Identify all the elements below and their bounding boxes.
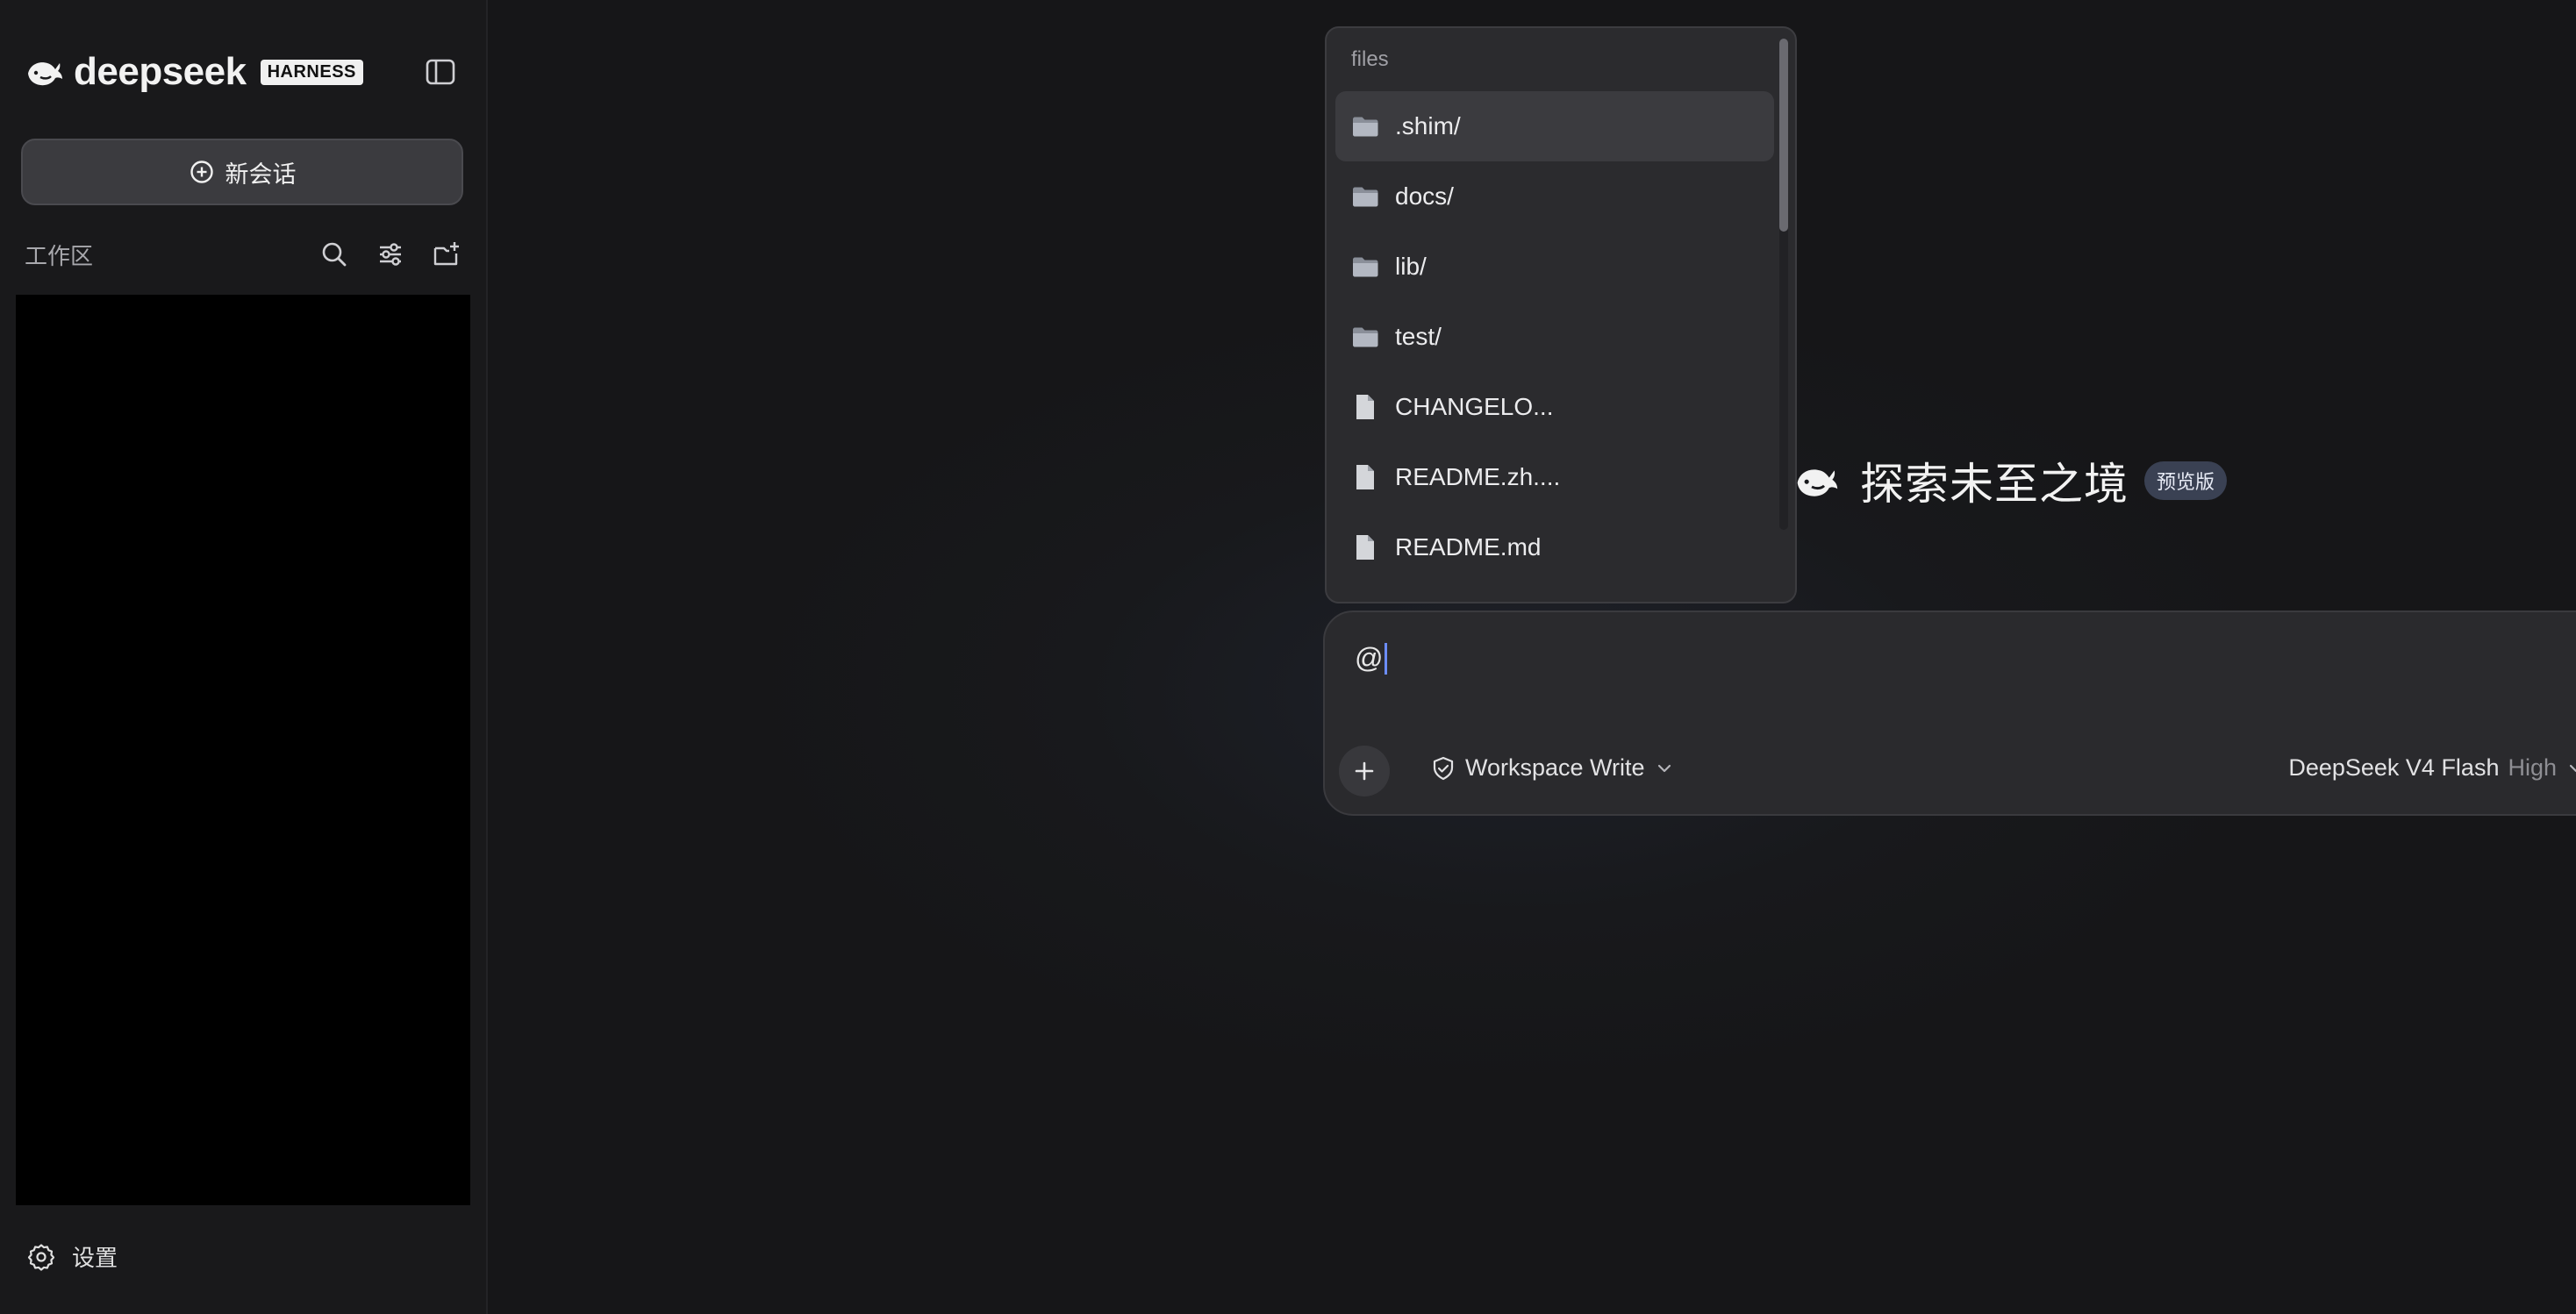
file-item-label: README.md bbox=[1395, 533, 1542, 561]
file-icon bbox=[1349, 391, 1381, 423]
attach-button[interactable] bbox=[1339, 746, 1390, 796]
file-item-readme-zh[interactable]: README.zh.... bbox=[1335, 442, 1774, 512]
new-chat-label: 新会话 bbox=[225, 161, 297, 188]
folder-icon bbox=[1349, 321, 1381, 353]
workspace-new-folder-button[interactable] bbox=[430, 238, 463, 271]
brand: deepseek HARNESS bbox=[25, 51, 363, 93]
file-item-label: docs/ bbox=[1395, 182, 1454, 210]
settings-button[interactable]: 设置 bbox=[26, 1240, 118, 1273]
file-picker-title: files bbox=[1351, 47, 1389, 71]
folder-icon bbox=[1349, 111, 1381, 142]
file-icon bbox=[1349, 532, 1381, 563]
scrollbar-thumb[interactable] bbox=[1779, 39, 1788, 232]
file-item-label: CHANGELO... bbox=[1395, 393, 1554, 420]
folder-icon bbox=[1349, 181, 1381, 212]
sidebar: deepseek HARNESS 新会话 工作区 设置 bbox=[0, 0, 488, 1314]
chevron-down-icon bbox=[1657, 764, 1671, 772]
text-caret bbox=[1385, 642, 1388, 675]
shield-check-icon bbox=[1433, 756, 1454, 780]
file-list-scrollbar[interactable] bbox=[1779, 39, 1788, 530]
file-icon bbox=[1349, 461, 1381, 493]
new-chat-button[interactable]: 新会话 bbox=[21, 139, 463, 205]
workspace-header: 工作区 bbox=[25, 235, 463, 274]
composer: @ Workspace Write DeepSeek V4 Flash High bbox=[1323, 611, 2576, 816]
hero-title: 探索未至之境 bbox=[1860, 460, 2129, 509]
file-item-label: test/ bbox=[1395, 323, 1442, 350]
folder-icon bbox=[1349, 251, 1381, 282]
file-item-shim[interactable]: .shim/ bbox=[1335, 91, 1774, 161]
file-mention-dropdown: files .shim/ docs/ lib/ test/ CHANGELO..… bbox=[1325, 26, 1797, 603]
permission-mode-label: Workspace Write bbox=[1465, 754, 1645, 781]
brand-name: deepseek bbox=[74, 50, 247, 93]
message-input[interactable]: @ bbox=[1355, 642, 1388, 675]
file-item-changelog[interactable]: CHANGELO... bbox=[1335, 372, 1774, 442]
chevron-down-icon bbox=[2569, 764, 2576, 772]
whale-logo-icon bbox=[28, 62, 62, 86]
workspace-search-button[interactable] bbox=[318, 238, 351, 271]
plus-icon bbox=[1355, 761, 1374, 781]
plus-circle-icon bbox=[190, 161, 213, 183]
folder-plus-icon bbox=[433, 242, 459, 266]
sidebar-toggle-button[interactable] bbox=[423, 54, 458, 89]
file-item-label: .shim/ bbox=[1395, 112, 1461, 139]
model-effort: High bbox=[2508, 754, 2557, 781]
message-input-value: @ bbox=[1355, 642, 1384, 674]
workspace-list[interactable] bbox=[16, 295, 470, 1205]
file-item-test[interactable]: test/ bbox=[1335, 302, 1774, 372]
main-area: 探索未至之境 预览版 @ Workspace Write DeepSeek V4… bbox=[490, 0, 2576, 1314]
file-item-label: README.zh.... bbox=[1395, 463, 1561, 490]
sliders-icon bbox=[380, 243, 401, 266]
model-selector[interactable]: DeepSeek V4 Flash High bbox=[2288, 754, 2576, 782]
search-icon bbox=[322, 242, 347, 267]
file-list: .shim/ docs/ lib/ test/ CHANGELO... READ… bbox=[1335, 91, 1774, 582]
workspace-tools bbox=[318, 238, 463, 271]
app-window: deepseek HARNESS 新会话 工作区 设置 探索未至之境 预览版 @… bbox=[0, 0, 2576, 1314]
workspace-title: 工作区 bbox=[25, 242, 94, 269]
hero: 探索未至之境 预览版 bbox=[1793, 449, 2228, 512]
file-item-docs[interactable]: docs/ bbox=[1335, 161, 1774, 232]
whale-logo-icon bbox=[1797, 469, 1838, 496]
preview-badge: 预览版 bbox=[2144, 461, 2228, 500]
brand-badge: HARNESS bbox=[260, 59, 363, 85]
file-item-readme[interactable]: README.md bbox=[1335, 512, 1774, 582]
workspace-filter-button[interactable] bbox=[374, 238, 407, 271]
gear-icon bbox=[27, 1243, 55, 1271]
file-item-lib[interactable]: lib/ bbox=[1335, 232, 1774, 302]
settings-label: 设置 bbox=[72, 1245, 118, 1271]
model-name: DeepSeek V4 Flash bbox=[2288, 754, 2500, 781]
sidebar-toggle-icon bbox=[426, 59, 455, 85]
permission-mode-selector[interactable]: Workspace Write bbox=[1430, 754, 1675, 782]
file-item-label: lib/ bbox=[1395, 253, 1427, 280]
